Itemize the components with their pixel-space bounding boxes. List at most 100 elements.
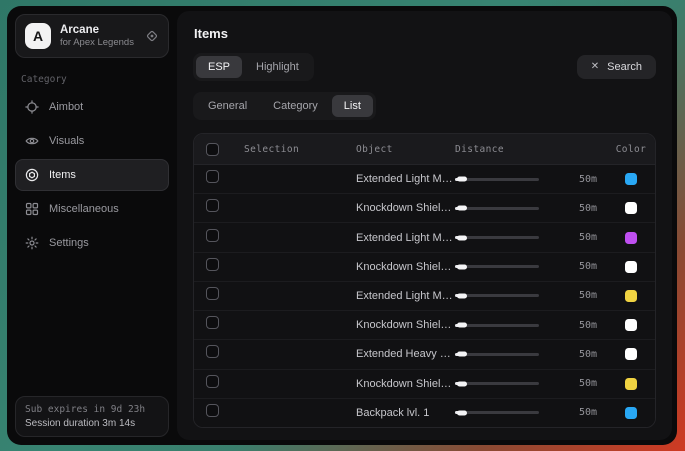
color-swatch[interactable] <box>625 348 637 360</box>
header-selection: Selection <box>244 144 356 155</box>
color-swatch[interactable] <box>625 378 637 390</box>
row-color-cell <box>607 290 655 302</box>
row-checkbox[interactable] <box>206 316 219 329</box>
color-swatch[interactable] <box>625 290 637 302</box>
distance-value: 50m <box>579 407 607 418</box>
tab-general[interactable]: General <box>196 95 259 117</box>
row-color-cell <box>607 232 655 244</box>
table-row: Extended Light Mag Level 4 50m <box>194 282 655 311</box>
slider-knob[interactable] <box>457 264 467 269</box>
app-subtitle: for Apex Legends <box>60 37 136 49</box>
crosshair-icon <box>25 100 39 114</box>
distance-slider[interactable] <box>455 353 539 356</box>
distance-slider[interactable] <box>455 294 539 297</box>
header-color: Color <box>607 144 655 155</box>
app-meta: Arcane for Apex Legends <box>60 23 136 49</box>
sidebar-nav: Aimbot Visuals Items Miscellaneous <box>15 91 169 259</box>
distance-slider[interactable] <box>455 207 539 210</box>
row-checkbox[interactable] <box>206 287 219 300</box>
sidebar-item-items[interactable]: Items <box>15 159 169 191</box>
select-all-checkbox[interactable] <box>206 143 219 156</box>
row-distance-cell: 50m <box>455 407 607 418</box>
row-object-name: Extended Light Mag Level 2 <box>356 173 455 185</box>
row-checkbox-cell <box>206 170 244 188</box>
distance-slider[interactable] <box>455 178 539 181</box>
slider-knob[interactable] <box>457 410 467 415</box>
color-swatch[interactable] <box>625 202 637 214</box>
header-object: Object <box>356 144 455 155</box>
table-row: Knockdown Shield lvl. 1 50m <box>194 194 655 223</box>
row-checkbox[interactable] <box>206 199 219 212</box>
tab-highlight[interactable]: Highlight <box>244 56 311 78</box>
category-section-label: Category <box>21 74 163 85</box>
row-object-name: Backpack lvl. 1 <box>356 407 455 419</box>
search-button[interactable]: ✕ Search <box>577 55 656 79</box>
app-window: A Arcane for Apex Legends Category Aimbo… <box>7 6 677 445</box>
color-swatch[interactable] <box>625 232 637 244</box>
slider-knob[interactable] <box>457 323 467 328</box>
slider-knob[interactable] <box>457 206 467 211</box>
search-button-label: Search <box>607 61 642 73</box>
table-row: Knockdown Shield lvl. 3 50m <box>194 311 655 340</box>
slider-knob[interactable] <box>457 293 467 298</box>
grid-icon <box>25 202 39 216</box>
distance-value: 50m <box>579 320 607 331</box>
color-swatch[interactable] <box>625 319 637 331</box>
slider-knob[interactable] <box>457 177 467 182</box>
tab-list[interactable]: List <box>332 95 373 117</box>
row-distance-cell: 50m <box>455 320 607 331</box>
row-color-cell <box>607 378 655 390</box>
row-checkbox[interactable] <box>206 170 219 183</box>
row-checkbox[interactable] <box>206 345 219 358</box>
session-duration-text: Session duration 3m 14s <box>25 418 159 429</box>
row-checkbox[interactable] <box>206 375 219 388</box>
row-color-cell <box>607 261 655 273</box>
row-checkbox[interactable] <box>206 404 219 417</box>
row-distance-cell: 50m <box>455 232 607 243</box>
app-badge-icon[interactable] <box>145 29 159 43</box>
header-checkbox-cell <box>206 143 244 156</box>
view-tabs: General Category List <box>193 92 376 120</box>
row-color-cell <box>607 202 655 214</box>
sidebar-item-miscellaneous[interactable]: Miscellaneous <box>15 193 169 225</box>
distance-value: 50m <box>579 232 607 243</box>
distance-slider[interactable] <box>455 382 539 385</box>
distance-slider[interactable] <box>455 236 539 239</box>
row-checkbox-cell <box>206 199 244 217</box>
color-swatch[interactable] <box>625 261 637 273</box>
sidebar-item-aimbot[interactable]: Aimbot <box>15 91 169 123</box>
subscription-info-card: Sub expires in 9d 23h Session duration 3… <box>15 396 169 437</box>
slider-knob[interactable] <box>457 381 467 386</box>
slider-knob[interactable] <box>457 235 467 240</box>
table-row: Knockdown Shield lvl. 4 50m <box>194 370 655 399</box>
distance-value: 50m <box>579 174 607 185</box>
table-header: Selection Object Distance Color <box>194 134 655 165</box>
box-icon <box>25 168 39 182</box>
sidebar-item-label: Miscellaneous <box>49 203 119 215</box>
sidebar-item-settings[interactable]: Settings <box>15 227 169 259</box>
app-header-card: A Arcane for Apex Legends <box>15 14 169 58</box>
app-logo: A <box>25 23 51 49</box>
sidebar-item-visuals[interactable]: Visuals <box>15 125 169 157</box>
row-color-cell <box>607 319 655 331</box>
search-icon: ✕ <box>591 62 599 72</box>
slider-knob[interactable] <box>457 352 467 357</box>
distance-slider[interactable] <box>455 265 539 268</box>
row-checkbox[interactable] <box>206 229 219 242</box>
distance-value: 50m <box>579 203 607 214</box>
tab-esp[interactable]: ESP <box>196 56 242 78</box>
sidebar-item-label: Items <box>49 169 76 181</box>
row-object-name: Extended Heavy Mag Level 1 <box>356 348 455 360</box>
color-swatch[interactable] <box>625 407 637 419</box>
distance-value: 50m <box>579 378 607 389</box>
row-object-name: Knockdown Shield lvl. 3 <box>356 319 455 331</box>
color-swatch[interactable] <box>625 173 637 185</box>
distance-slider[interactable] <box>455 324 539 327</box>
table-row: Extended Light Mag Level 2 50m <box>194 165 655 194</box>
distance-slider[interactable] <box>455 411 539 414</box>
row-checkbox[interactable] <box>206 258 219 271</box>
row-object-name: Extended Light Mag Level 4 <box>356 290 455 302</box>
row-checkbox-cell <box>206 258 244 276</box>
row-object-name: Knockdown Shield lvl. 4 <box>356 378 455 390</box>
tab-category[interactable]: Category <box>261 95 330 117</box>
